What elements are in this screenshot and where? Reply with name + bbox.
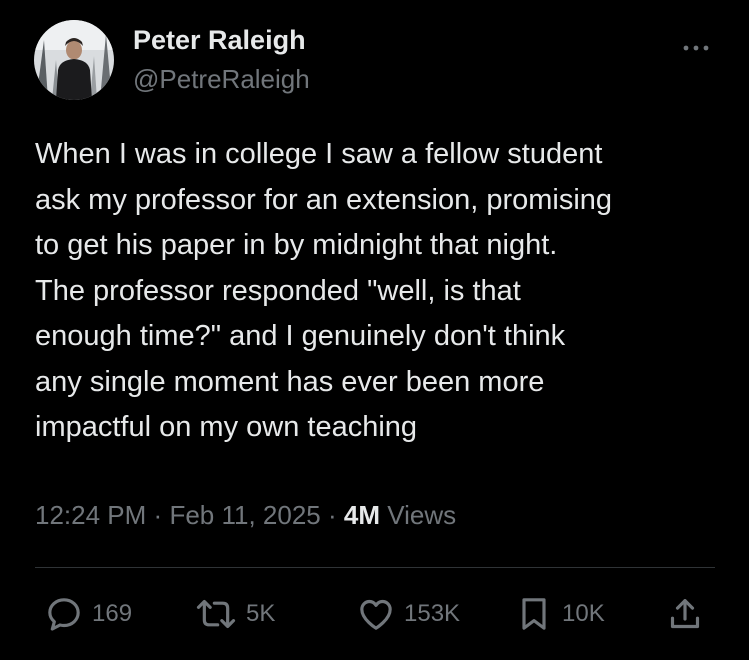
tweet-text-line: enough time?" and I genuinely don't thin… — [35, 320, 566, 352]
tweet-text: When I was in college I saw a fellow stu… — [35, 132, 725, 451]
tweet-text-line: impactful on my own teaching — [35, 411, 418, 443]
views-label: Views — [387, 500, 457, 530]
author-display-name[interactable]: Peter Raleigh — [133, 24, 306, 56]
tweet-text-line: ask my professor for an extension, promi… — [35, 183, 613, 216]
meta-separator: · — [327, 500, 337, 530]
divider — [35, 567, 715, 568]
repost-count: 5K — [246, 600, 276, 627]
like-count: 153K — [404, 600, 461, 627]
like-button[interactable]: 153K — [356, 594, 460, 634]
bookmark-button[interactable]: 10K — [514, 594, 605, 634]
tweet-text-line: When I was in college I saw a fellow stu… — [35, 138, 603, 170]
share-button[interactable] — [665, 594, 705, 634]
tweet-time[interactable]: 12:24 PM — [35, 500, 146, 530]
repost-icon — [196, 599, 236, 629]
share-icon — [670, 599, 700, 629]
views-count[interactable]: 4M — [344, 500, 380, 530]
heart-icon — [360, 599, 392, 630]
meta-separator: · — [153, 500, 163, 530]
tweet-meta: 12:24 PM · Feb 11, 2025 · 4M Views — [35, 498, 456, 532]
more-options-button[interactable] — [676, 36, 716, 60]
tweet-date[interactable]: Feb 11, 2025 — [169, 500, 320, 530]
more-horizontal-icon — [683, 45, 709, 51]
repost-button[interactable]: 5K — [194, 594, 275, 634]
avatar[interactable] — [34, 20, 114, 100]
reply-icon — [48, 598, 80, 631]
tweet-text-line: to get his paper in by midnight that nig… — [35, 229, 558, 261]
reply-button[interactable]: 169 — [44, 594, 132, 634]
bookmark-count: 10K — [562, 600, 605, 627]
tweet-text-line: any single moment has ever been more — [35, 365, 545, 398]
reply-count: 169 — [92, 600, 133, 627]
tweet-text-line: The professor responded "well, is that — [35, 274, 521, 307]
avatar-photo — [34, 20, 114, 100]
author-handle[interactable]: @PetreRaleigh — [133, 63, 310, 95]
bookmark-icon — [522, 598, 546, 630]
